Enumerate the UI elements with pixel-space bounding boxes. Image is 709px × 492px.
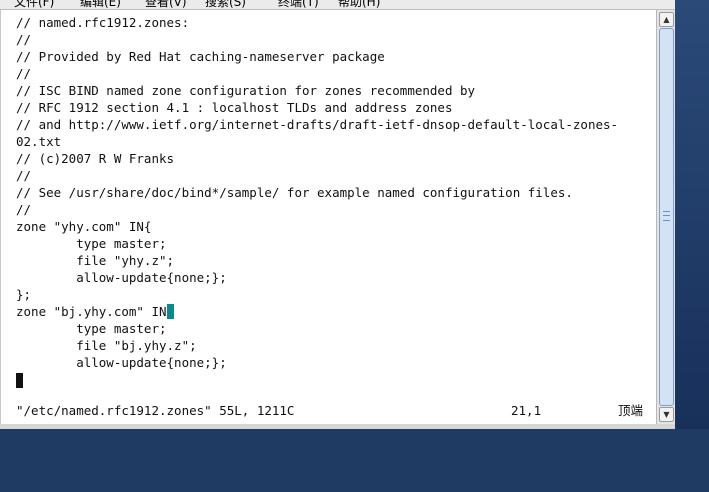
editor-buffer[interactable]: // named.rfc1912.zones: // // Provided b… (16, 14, 618, 388)
editor-line: zone "yhy.com" IN{ (16, 219, 152, 234)
editor-line: type master; (16, 236, 167, 251)
status-cursor-position: 21,1 (511, 403, 542, 418)
terminal-window: 文件(F) 编辑(E) 查看(V) 搜索(S) 终端(T) 帮助(H) // n… (0, 0, 709, 429)
editor-line-zone-bj: zone "bj.yhy.com" IN{ (16, 303, 618, 320)
menu-file[interactable]: 文件(F) (14, 0, 54, 9)
vim-status-line: "/etc/named.rfc1912.zones" 55L, 1211C 21… (16, 402, 656, 420)
editor-line: // (16, 202, 32, 217)
status-file-info: "/etc/named.rfc1912.zones" 55L, 1211C (16, 403, 295, 418)
editor-line: // named.rfc1912.zones: (16, 15, 190, 30)
vertical-scrollbar[interactable]: ▲ ▼ (656, 10, 675, 424)
status-scroll-position: 顶端 (618, 403, 644, 418)
matching-brace-highlight: { (166, 304, 175, 319)
menu-search[interactable]: 搜索(S) (205, 0, 246, 9)
menu-view[interactable]: 查看(V) (145, 0, 187, 9)
editor-line: type master; (16, 321, 167, 336)
scroll-down-arrow-icon[interactable]: ▼ (659, 407, 674, 422)
editor-line-text: zone "bj.yhy.com" IN (16, 304, 167, 319)
editor-line: // (16, 66, 32, 81)
text-cursor (16, 373, 23, 388)
editor-line: // (16, 32, 32, 47)
editor-line: }; (16, 287, 32, 302)
menu-help[interactable]: 帮助(H) (338, 0, 380, 9)
editor-line: // Provided by Red Hat caching-nameserve… (16, 49, 385, 64)
menu-terminal[interactable]: 终端(T) (278, 0, 319, 9)
editor-line: // ISC BIND named zone configuration for… (16, 83, 476, 98)
editor-line: // See /usr/share/doc/bind*/sample/ for … (16, 185, 573, 200)
editor-line: // and http://www.ietf.org/internet-draf… (16, 117, 619, 132)
scroll-up-arrow-icon[interactable]: ▲ (659, 12, 674, 27)
window-bottom-border (0, 424, 675, 429)
grip-icon (663, 211, 670, 221)
editor-line-cursor (16, 371, 618, 388)
editor-line: // (c)2007 R W Franks (16, 151, 175, 166)
terminal-area[interactable]: // named.rfc1912.zones: // // Provided b… (0, 10, 657, 424)
menu-edit[interactable]: 编辑(E) (80, 0, 121, 9)
editor-line: // (16, 168, 32, 183)
menu-bar: 文件(F) 编辑(E) 查看(V) 搜索(S) 终端(T) 帮助(H) (0, 0, 709, 10)
editor-line: allow-update{none;}; (16, 355, 227, 370)
desktop-background (675, 0, 709, 429)
editor-line: // RFC 1912 section 4.1 : localhost TLDs… (16, 100, 453, 115)
editor-line: file "yhy.z"; (16, 253, 175, 268)
editor-line: file "bj.yhy.z"; (16, 338, 197, 353)
editor-line: 02.txt (16, 134, 62, 149)
scrollbar-thumb[interactable] (659, 28, 674, 406)
editor-line: allow-update{none;}; (16, 270, 227, 285)
